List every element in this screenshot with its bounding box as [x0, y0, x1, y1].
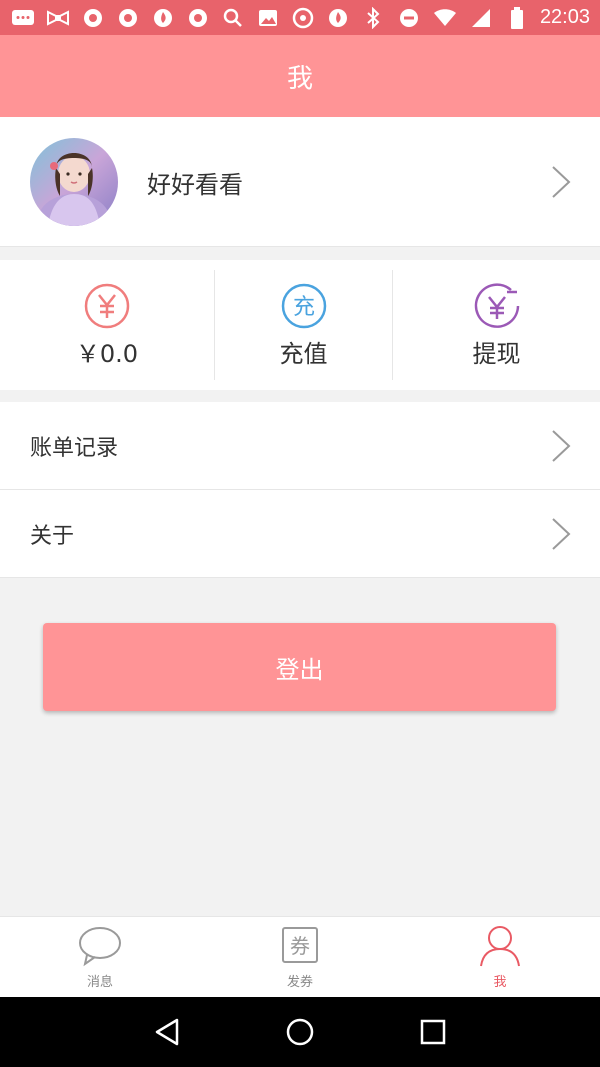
- system-nav-bar: [0, 997, 600, 1067]
- bottom-tab-bar: 消息 券 发券 我: [0, 916, 600, 997]
- battery-icon: [504, 6, 530, 29]
- balance-value: ￥0.0: [75, 339, 139, 368]
- fire-notification-icon: [325, 7, 351, 29]
- chevron-right-icon: [552, 166, 571, 198]
- tab-me[interactable]: 我: [400, 917, 600, 997]
- tab-label: 我: [493, 974, 507, 990]
- music-notification-icon: [290, 7, 316, 29]
- profile-row[interactable]: 好好看看: [0, 117, 600, 247]
- image-notification-icon: [255, 7, 281, 29]
- list-item-about[interactable]: 关于: [0, 490, 600, 578]
- app-notification-icon: [185, 7, 211, 29]
- status-bar: 22:03: [0, 0, 600, 35]
- list-item-label: 关于: [30, 523, 75, 549]
- withdraw-icon: [474, 282, 519, 328]
- withdraw-item[interactable]: 提现: [393, 260, 600, 390]
- chevron-right-icon: [552, 518, 571, 550]
- balance-item[interactable]: ￥0.0: [0, 270, 215, 380]
- yuan-icon: [84, 283, 130, 328]
- signal-icon: [468, 7, 494, 29]
- bow-notification-icon: [45, 7, 71, 29]
- status-time: 22:03: [539, 6, 590, 28]
- wallet-row: ￥0.0 充 充值 提现: [0, 260, 600, 390]
- recharge-label: 充值: [279, 339, 328, 368]
- wifi-icon: [432, 7, 458, 29]
- system-status: 22:03: [360, 6, 590, 29]
- logout-button[interactable]: 登出: [43, 623, 556, 711]
- svg-text:充: 充: [292, 295, 314, 320]
- search-notification-icon: [220, 7, 246, 29]
- recharge-item[interactable]: 充 充值: [215, 270, 393, 380]
- tab-label: 发券: [286, 974, 313, 990]
- chat-bubble-icon: [79, 926, 121, 966]
- bluetooth-icon: [360, 6, 386, 29]
- recharge-icon: 充: [281, 283, 326, 328]
- list-item-label: 账单记录: [30, 435, 119, 461]
- fire-notification-icon: [150, 7, 176, 29]
- tab-coupons[interactable]: 券 发券: [200, 917, 400, 997]
- notification-icons: [10, 7, 351, 29]
- svg-text:券: 券: [290, 934, 310, 958]
- do-not-disturb-icon: [396, 7, 422, 29]
- username: 好好看看: [147, 171, 243, 199]
- coupon-icon: 券: [282, 926, 318, 963]
- withdraw-label: 提现: [472, 339, 521, 368]
- tab-messages[interactable]: 消息: [0, 917, 200, 997]
- list-item-bill-records[interactable]: 账单记录: [0, 402, 600, 490]
- avatar[interactable]: [30, 138, 118, 226]
- app-notification-icon: [115, 7, 141, 29]
- back-icon[interactable]: [150, 1015, 184, 1049]
- app-notification-icon: [80, 7, 106, 29]
- chevron-right-icon: [552, 430, 571, 462]
- page-title: 我: [286, 63, 313, 94]
- person-icon: [480, 925, 520, 966]
- tab-label: 消息: [86, 974, 113, 990]
- menu-list: 账单记录 关于: [0, 402, 600, 578]
- recents-icon[interactable]: [416, 1015, 450, 1049]
- home-icon[interactable]: [283, 1015, 317, 1049]
- message-notification-icon: [10, 7, 36, 29]
- app-header: 我: [0, 35, 600, 117]
